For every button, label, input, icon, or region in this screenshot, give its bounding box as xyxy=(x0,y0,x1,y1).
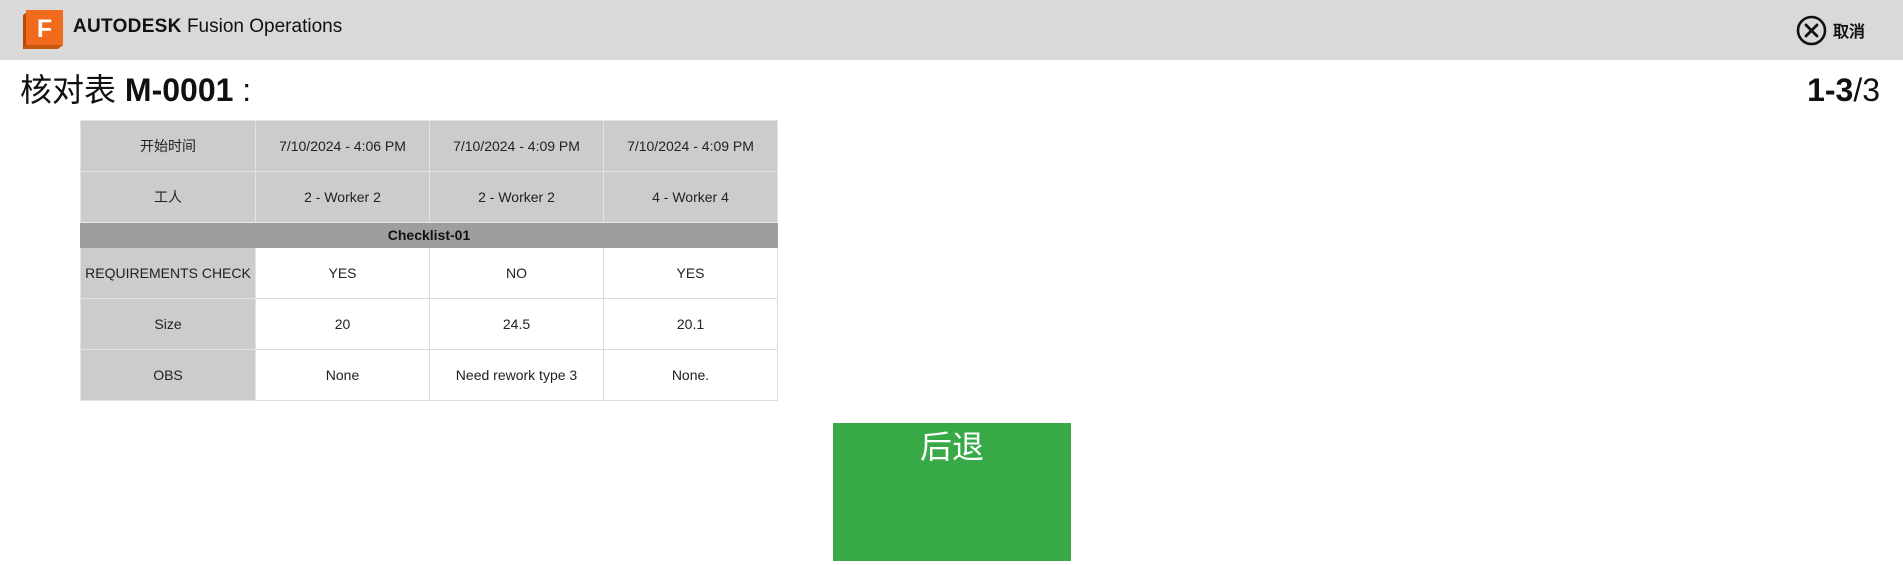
worker-cell: 2 - Worker 2 xyxy=(429,171,604,223)
section-title: Checklist-01 xyxy=(80,222,778,248)
checklist-table: 开始时间 7/10/2024 - 4:06 PM 7/10/2024 - 4:0… xyxy=(80,120,778,401)
back-button[interactable]: 后退 xyxy=(833,423,1071,561)
worker-cell: 2 - Worker 2 xyxy=(255,171,430,223)
row-label-size: Size xyxy=(80,298,256,350)
title-suffix: : xyxy=(233,72,252,108)
obs-cell: Need rework type 3 xyxy=(429,349,604,401)
requirements-cell: YES xyxy=(603,247,778,299)
size-cell: 24.5 xyxy=(429,298,604,350)
record-pager: 1-3/3 xyxy=(1807,70,1880,110)
close-circle-icon xyxy=(1796,15,1827,45)
worker-cell: 4 - Worker 4 xyxy=(603,171,778,223)
logo-letter: F xyxy=(37,15,52,43)
section-header-row: Checklist-01 xyxy=(80,222,778,248)
start-time-cell: 7/10/2024 - 4:09 PM xyxy=(429,120,604,172)
row-label-worker: 工人 xyxy=(80,171,256,223)
pager-range: 1-3 xyxy=(1807,72,1854,108)
product-name: Fusion Operations xyxy=(186,16,343,37)
app-brand: AUTODESK Fusion Operations xyxy=(73,15,342,39)
title-prefix: 核对表 xyxy=(20,72,117,108)
obs-cell: None. xyxy=(603,349,778,401)
table-row-start-time: 开始时间 7/10/2024 - 4:06 PM 7/10/2024 - 4:0… xyxy=(80,120,778,172)
cancel-label: 取消 xyxy=(1833,24,1866,41)
row-label-start-time: 开始时间 xyxy=(80,120,256,172)
top-bar: F AUTODESK Fusion Operations 取消 xyxy=(0,0,1903,60)
row-label-requirements: REQUIREMENTS CHECK xyxy=(80,247,256,299)
row-label-obs: OBS xyxy=(80,349,256,401)
obs-cell: None xyxy=(255,349,430,401)
size-cell: 20.1 xyxy=(603,298,778,350)
pager-total: /3 xyxy=(1853,72,1880,108)
table-row-obs: OBS None Need rework type 3 None. xyxy=(80,349,778,401)
start-time-cell: 7/10/2024 - 4:09 PM xyxy=(603,120,778,172)
size-cell: 20 xyxy=(255,298,430,350)
table-row-requirements: REQUIREMENTS CHECK YES NO YES xyxy=(80,247,778,299)
requirements-cell: YES xyxy=(255,247,430,299)
checklist-code: M-0001 xyxy=(124,72,234,108)
brand-name: AUTODESK xyxy=(73,16,182,37)
fusion-logo-icon: F xyxy=(23,10,63,49)
cancel-button[interactable]: 取消 xyxy=(1796,13,1865,47)
start-time-cell: 7/10/2024 - 4:06 PM xyxy=(255,120,430,172)
requirements-cell: NO xyxy=(429,247,604,299)
table-row-size: Size 20 24.5 20.1 xyxy=(80,298,778,350)
table-row-worker: 工人 2 - Worker 2 2 - Worker 2 4 - Worker … xyxy=(80,171,778,223)
page-title: 核对表 M-0001 : xyxy=(20,70,251,110)
